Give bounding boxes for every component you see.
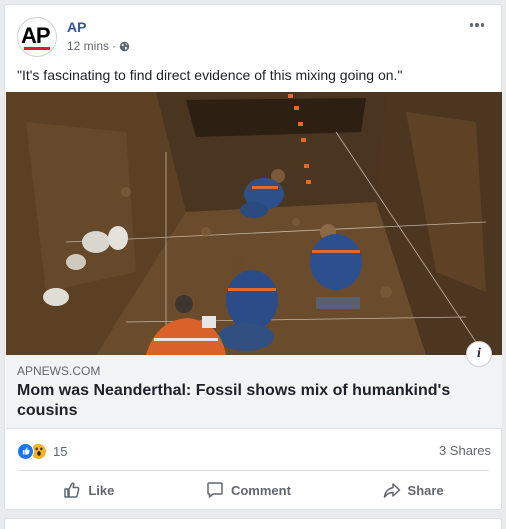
reaction-summary[interactable]: 15 <box>17 438 67 464</box>
page-avatar[interactable]: AP <box>17 17 57 57</box>
link-preview-meta[interactable]: APNEWS.COM Mom was Neanderthal: Fossil s… <box>6 341 502 429</box>
link-domain: APNEWS.COM <box>17 364 101 378</box>
next-post-card <box>4 518 502 529</box>
meta-separator: · <box>112 39 117 53</box>
more-dot <box>480 23 485 27</box>
action-divider <box>17 470 489 471</box>
link-headline[interactable]: Mom was Neanderthal: Fossil shows mix of… <box>17 381 487 421</box>
info-icon[interactable]: i <box>466 341 492 367</box>
like-label: Like <box>88 482 115 498</box>
reaction-count: 15 <box>53 443 68 459</box>
post-card: AP AP 12 mins · "It's fascinating to fin… <box>4 4 502 510</box>
shares-count[interactable]: 3 Shares <box>439 443 491 458</box>
post-actions: Like Comment Share <box>17 474 489 506</box>
link-preview-image[interactable] <box>6 92 502 355</box>
post-timestamp[interactable]: 12 mins <box>67 39 109 53</box>
more-horizontal-icon[interactable] <box>467 17 487 33</box>
share-label: Share <box>407 482 444 498</box>
globe-icon[interactable] <box>119 41 130 52</box>
post-header: AP AP 12 mins · <box>15 13 493 57</box>
share-button[interactable]: Share <box>372 474 454 506</box>
avatar-logo-bar <box>24 47 50 50</box>
comment-bubble-icon <box>207 482 223 498</box>
cave-excavation-photo <box>6 92 502 355</box>
comment-label: Comment <box>230 482 291 498</box>
share-arrow-icon <box>383 483 400 498</box>
more-dot <box>475 23 479 27</box>
like-reaction-icon <box>17 442 34 460</box>
thumbs-up-icon <box>64 482 80 498</box>
post-meta: 12 mins · <box>67 39 130 53</box>
avatar-logo-text: AP <box>21 23 51 48</box>
more-dot <box>469 23 474 27</box>
post-text: "It's fascinating to find direct evidenc… <box>17 67 403 83</box>
like-button[interactable]: Like <box>52 474 124 506</box>
page-name-link[interactable]: AP <box>67 19 86 35</box>
reaction-icons <box>17 442 47 460</box>
comment-button[interactable]: Comment <box>195 474 301 506</box>
